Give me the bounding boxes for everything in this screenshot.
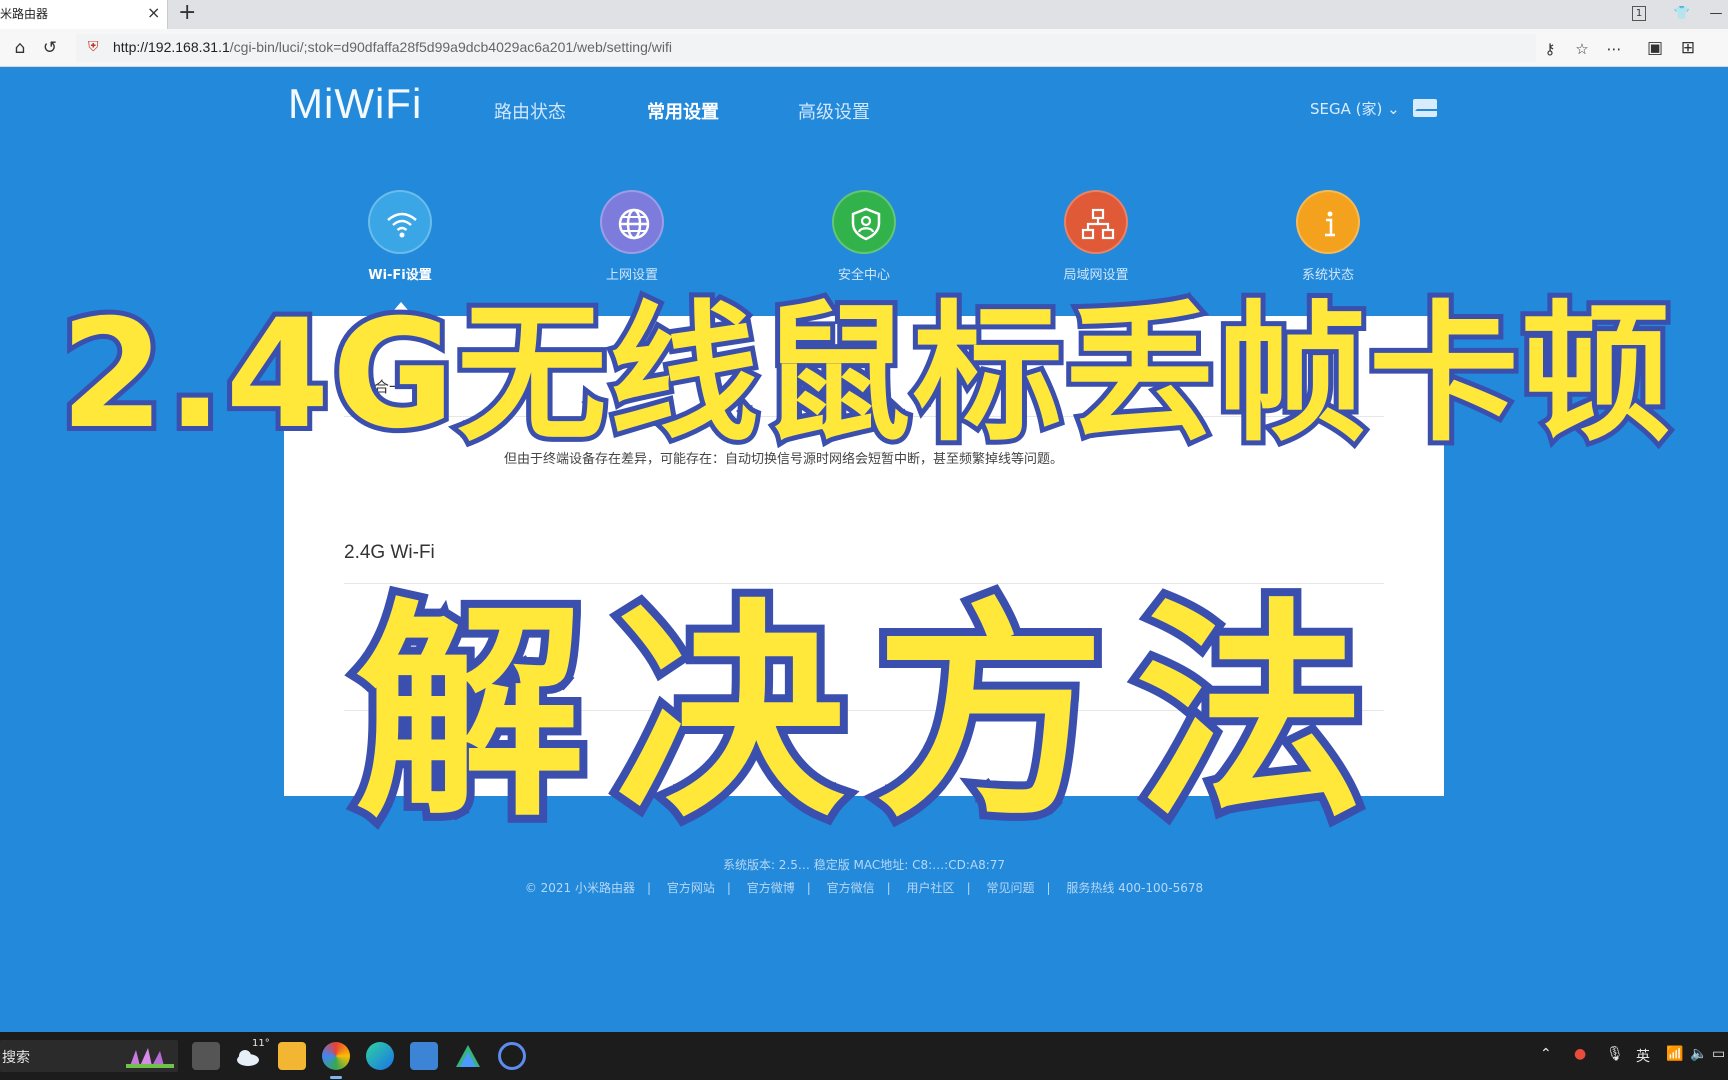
footer-copyright: © 2021 小米路由器	[524, 881, 635, 895]
footer-version: 系统版本: 2.5… 稳定版 MAC地址: C8:…:CD:A8:77	[722, 858, 1006, 872]
info-icon	[1296, 190, 1360, 254]
apps-grid-icon[interactable]: ⊞	[1676, 36, 1700, 60]
url-host: http://192.168.31.1	[113, 39, 230, 55]
fn-label: 上网设置	[605, 268, 658, 283]
footer-links: © 2021 小米路由器 | 官方网站 | 官方微博 | 官方微信 | 用户社区 | 常见…	[524, 881, 1204, 895]
browser-tab[interactable]: 米路由器 ×	[0, 0, 168, 29]
reload-icon[interactable]: ↺	[38, 36, 62, 60]
taskbar-search[interactable]: 搜索	[0, 1040, 178, 1072]
microphone-icon[interactable]: 🎙	[1606, 1046, 1624, 1062]
qq-icon[interactable]: ●	[1574, 1046, 1586, 1062]
browser-toolbar: ⌂ ↺ ⛨ http://192.168.31.1/cgi-bin/luci/;…	[0, 29, 1728, 67]
reading-list-icon[interactable]: ▣	[1643, 36, 1667, 60]
nav-common-settings[interactable]: 常用设置	[647, 98, 719, 124]
tab-close-icon[interactable]: ×	[147, 3, 160, 23]
store-icon[interactable]	[410, 1042, 438, 1070]
app-hex-icon[interactable]	[498, 1042, 526, 1070]
more-icon[interactable]: ⋯	[1604, 39, 1624, 59]
shield-icon	[832, 190, 896, 254]
star-icon[interactable]: ☆	[1572, 39, 1592, 59]
wifi-24g-title: 2.4G Wi-Fi	[344, 542, 435, 563]
footer-link-community[interactable]: 用户社区	[907, 881, 955, 895]
search-label: 搜索	[2, 1050, 30, 1066]
fn-internet-settings[interactable]: 上网设置	[572, 190, 692, 283]
fn-security-center[interactable]: 安全中心	[804, 190, 924, 283]
address-bar[interactable]: ⛨ http://192.168.31.1/cgi-bin/luci/;stok…	[76, 34, 1622, 62]
fn-label: 安全中心	[837, 268, 890, 283]
notification-icon[interactable]: ▭	[1712, 1046, 1725, 1062]
minimize-icon[interactable]: —	[1706, 4, 1726, 24]
fn-label: 局域网设置	[1063, 268, 1129, 283]
mail-icon[interactable]	[1413, 99, 1437, 117]
volume-icon[interactable]: 🔈	[1690, 1046, 1707, 1062]
nav-advanced-settings[interactable]: 高级设置	[798, 98, 870, 124]
url-path: /cgi-bin/luci/;stok=d90dfaffa28f5d99a9dc…	[229, 39, 672, 55]
footer-link-wechat[interactable]: 官方微信	[827, 881, 875, 895]
file-explorer-icon[interactable]	[278, 1042, 306, 1070]
browser-icon[interactable]	[322, 1042, 350, 1079]
footer-link-website[interactable]: 官方网站	[667, 881, 715, 895]
overlay-title: 2.4G无线鼠标丢帧卡顿	[55, 285, 1676, 465]
user-name: SEGA (家)	[1310, 100, 1383, 118]
fn-lan-settings[interactable]: 局域网设置	[1036, 190, 1156, 283]
tab-count-badge[interactable]: 1	[1632, 6, 1646, 21]
user-menu[interactable]: SEGA (家) ⌄	[1310, 98, 1400, 119]
insecure-shield-icon[interactable]: ⛨	[88, 38, 106, 56]
taskbar: 搜索 11° ⌃ ● 🎙 英 📶 🔈 ▭	[0, 1032, 1728, 1080]
url-text[interactable]: http://192.168.31.1/cgi-bin/luci/;stok=d…	[113, 39, 672, 55]
wifi-icon	[368, 190, 432, 254]
footer-hotline: 服务热线 400-100-5678	[1066, 881, 1204, 895]
app-triangle-icon[interactable]	[454, 1042, 482, 1070]
browser-tab-bar: 米路由器 × + 1 👕 —	[0, 0, 1728, 29]
nav-router-status[interactable]: 路由状态	[494, 98, 566, 124]
chevron-down-icon: ⌄	[1387, 100, 1400, 118]
ime-indicator[interactable]: 英	[1636, 1046, 1650, 1066]
tab-title: 米路由器	[0, 7, 49, 21]
flower-icon	[126, 1048, 174, 1068]
shirt-icon[interactable]: 👕	[1672, 4, 1692, 24]
task-view-icon[interactable]	[192, 1042, 220, 1070]
footer-link-faq[interactable]: 常见问题	[986, 881, 1034, 895]
edge-icon[interactable]	[366, 1042, 394, 1070]
temperature: 11°	[252, 1038, 270, 1049]
key-icon[interactable]: ⚷	[1540, 39, 1560, 59]
overlay-subtitle: 解决方法	[347, 577, 1395, 853]
fn-wifi-settings[interactable]: Wi-Fi设置	[340, 190, 460, 283]
lan-icon	[1064, 190, 1128, 254]
footer-link-weibo[interactable]: 官方微博	[747, 881, 795, 895]
tray-expand-icon[interactable]: ⌃	[1540, 1046, 1552, 1062]
miwifi-logo: MiWiFi	[288, 80, 423, 127]
home-icon[interactable]: ⌂	[8, 36, 32, 60]
globe-icon	[600, 190, 664, 254]
wifi-tray-icon[interactable]: 📶	[1666, 1046, 1683, 1062]
fn-label: Wi-Fi设置	[368, 268, 432, 283]
fn-system-status[interactable]: 系统状态	[1268, 190, 1388, 283]
fn-label: 系统状态	[1301, 268, 1354, 283]
new-tab-button[interactable]: +	[178, 1, 196, 25]
